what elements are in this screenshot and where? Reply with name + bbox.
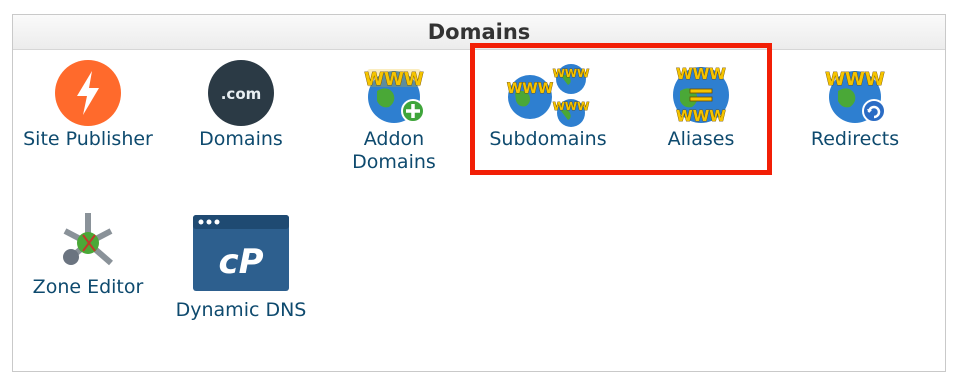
redirects-item[interactable]: WWW Redirects xyxy=(780,57,930,151)
dynamic-dns-label: Dynamic DNS xyxy=(175,299,307,321)
site-publisher-label: Site Publisher xyxy=(23,128,153,150)
dot-com-icon: .com xyxy=(206,57,276,127)
subdomains-item[interactable]: WWW WWW WWW Subdomains xyxy=(473,57,623,151)
www-globe-redirect-icon: WWW xyxy=(820,57,890,127)
www-equals-globe-icon: WWW WWW xyxy=(666,57,736,127)
svg-text:WWW: WWW xyxy=(825,69,885,90)
zone-editor-network-icon xyxy=(53,205,123,275)
www-globe-plus-icon: WWW xyxy=(359,57,429,127)
addon-domains-label: Addon Domains xyxy=(352,128,436,173)
zone-editor-label: Zone Editor xyxy=(32,276,144,298)
svg-text:.com: .com xyxy=(221,85,262,103)
lightning-bolt-icon xyxy=(53,57,123,127)
svg-text:WWW: WWW xyxy=(364,69,424,90)
zone-editor-item[interactable]: Zone Editor xyxy=(13,205,163,299)
svg-text:WWW: WWW xyxy=(553,100,589,113)
svg-text:WWW: WWW xyxy=(676,65,726,83)
aliases-item[interactable]: WWW WWW Aliases xyxy=(626,57,776,151)
domains-panel: Domains Site Publisher .com Domains WWW … xyxy=(12,14,946,372)
panel-title: Domains xyxy=(13,15,945,50)
www-globes-cluster-icon: WWW WWW WWW xyxy=(503,57,593,127)
svg-text:WWW: WWW xyxy=(507,81,553,97)
aliases-label: Aliases xyxy=(667,128,735,150)
cpanel-window-icon: cP xyxy=(193,215,289,291)
svg-text:WWW: WWW xyxy=(553,67,589,80)
addon-domains-item[interactable]: WWW Addon Domains xyxy=(319,57,469,174)
svg-text:cP: cP xyxy=(218,242,263,282)
domains-label: Domains xyxy=(199,128,283,150)
site-publisher-item[interactable]: Site Publisher xyxy=(13,57,163,151)
dynamic-dns-item[interactable]: cP Dynamic DNS xyxy=(166,215,316,322)
domains-item[interactable]: .com Domains xyxy=(166,57,316,151)
redirects-label: Redirects xyxy=(810,128,900,150)
svg-text:WWW: WWW xyxy=(676,107,726,125)
subdomains-label: Subdomains xyxy=(489,128,607,150)
